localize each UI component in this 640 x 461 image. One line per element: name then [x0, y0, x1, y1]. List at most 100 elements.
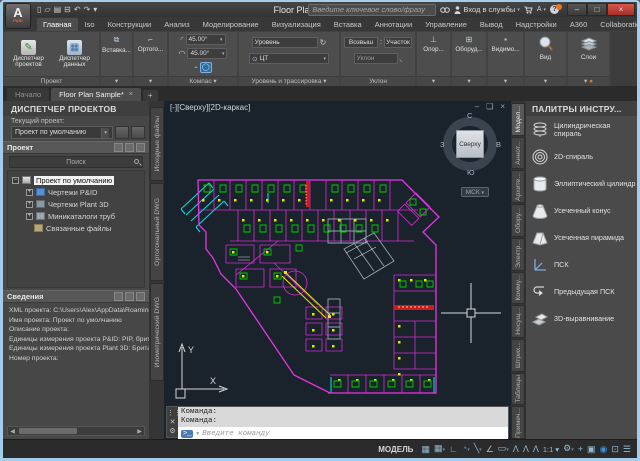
ribbon-tab-insert[interactable]: Вставка [328, 18, 368, 31]
search-binoculars-icon[interactable] [440, 6, 450, 14]
tool-cylindrical-helix[interactable]: Цилиндрическая спираль [526, 116, 637, 143]
grid-icon[interactable]: ▦ [421, 442, 430, 456]
isolate-icon[interactable]: ▣ [587, 442, 596, 456]
tree-root[interactable]: − Проект по умолчанию [12, 174, 144, 186]
compass-toggle-button[interactable]: ◯ [200, 62, 212, 73]
panel-icon-2[interactable] [125, 143, 134, 152]
tree-item-related-files[interactable]: Связанные файлы [34, 222, 144, 234]
plot-icon[interactable]: ⊟ [64, 5, 71, 14]
panel-caret-insert[interactable]: ▾ [101, 76, 132, 86]
view-button[interactable]: Вид [538, 34, 554, 61]
scroll-left-icon[interactable]: ◀ [8, 428, 17, 435]
details-icon-1[interactable] [114, 292, 123, 301]
scrollbar-thumb[interactable] [19, 428, 77, 434]
palette-tab-structural[interactable]: Несущ... [511, 305, 525, 338]
side-tab-iso-dwg[interactable]: Изометрический DWG [150, 283, 164, 381]
customize-icon[interactable]: ☰ [623, 442, 631, 456]
viewcube-top-face[interactable]: Сверху [456, 130, 484, 158]
doc-minimize-button[interactable]: – [475, 102, 479, 111]
annot-monitor-icon[interactable]: + [578, 442, 583, 456]
new-file-icon[interactable]: ▯ [37, 5, 41, 14]
scroll-right-icon[interactable]: ▶ [135, 428, 144, 435]
tool-previous-ucs[interactable]: Предыдущая ПСК [526, 278, 637, 305]
panel-label-compass[interactable]: Компас ▾ [169, 76, 237, 86]
ortho-button[interactable]: ⌐ Ортого... [138, 33, 164, 53]
refresh-icon[interactable] [136, 143, 145, 152]
ribbon-tab-addins[interactable]: Надстройки [510, 18, 563, 31]
tool-ucs[interactable]: ПСК [526, 251, 637, 278]
snap-icon[interactable]: ▦▾ [434, 441, 445, 457]
elevation-button[interactable]: Возвыш [344, 37, 378, 48]
polar-icon[interactable]: ◔▾ [462, 441, 470, 457]
ribbon-tab-visualization[interactable]: Визуализация [266, 18, 327, 31]
collapse-icon[interactable]: − [12, 177, 19, 184]
compass-south[interactable]: Ю [467, 168, 475, 177]
tree-item-plant3d[interactable]: + Чертежи Plant 3D [26, 198, 144, 210]
project-manager-button[interactable]: ✎ Диспетчер проектов [7, 40, 51, 69]
command-dropdown-icon[interactable]: ▾ [196, 431, 199, 437]
ribbon-tab-modeling[interactable]: Моделирование [197, 18, 265, 31]
horizontal-scrollbar[interactable]: ◀ ▶ [7, 426, 145, 436]
details-section-header[interactable]: Сведения [3, 290, 149, 303]
ribbon-tab-output[interactable]: Вывод [474, 18, 509, 31]
ribbon-tab-a360[interactable]: A360 [564, 18, 594, 31]
slope-pick-icon[interactable]: ◟ [400, 55, 403, 63]
compass-north[interactable]: С [467, 111, 472, 120]
palette-tab-hatches[interactable]: Штрих... [511, 339, 525, 372]
command-window[interactable]: ⋮⋮ ✕ ⚙ Команда: Команда: >_ ▾ Введите ко… [166, 406, 509, 438]
tool-pyramid-frustum[interactable]: Усеченная пирамида [526, 224, 637, 251]
new-tab-button[interactable]: + [143, 90, 158, 101]
project-tool-button-1[interactable] [115, 126, 129, 139]
command-history[interactable]: Команда: Команда: [178, 407, 508, 427]
palette-tab-communications[interactable]: Комму... [511, 272, 525, 305]
details-icon-2[interactable] [125, 292, 134, 301]
tool-2d-spiral[interactable]: 2D-спираль [526, 143, 637, 170]
panel-caret-equipment[interactable]: ▾ [452, 76, 486, 86]
palette-tab-modeling[interactable]: Модел... [511, 103, 525, 136]
doc-restore-button[interactable]: ❑ [486, 102, 493, 111]
tree-item-pid[interactable]: + Чертежи P&ID [26, 186, 144, 198]
panel-caret-view[interactable]: ▾ [525, 76, 566, 86]
model-space-button[interactable]: МОДЕЛЬ [374, 443, 417, 456]
compass-east[interactable]: В [496, 140, 501, 149]
app-store-cart-icon[interactable] [524, 6, 533, 14]
osnap-icon[interactable]: ▭▾ [498, 441, 509, 457]
command-window-grip[interactable]: ⋮⋮ ✕ ⚙ [167, 407, 178, 437]
signin-button[interactable]: Вход в службы ▾ [454, 5, 519, 14]
plot-area-button[interactable]: Участок [384, 37, 412, 48]
application-menu-button[interactable]: AP&ID [5, 3, 31, 29]
side-tab-source-files[interactable]: Исходные файлы [150, 107, 164, 181]
tool-3d-align[interactable]: 3D-выравнивание [526, 305, 637, 332]
equipment-button[interactable]: ⊞ Оборуд... [455, 33, 482, 53]
annot-scale-icon[interactable]: Ʌ [533, 442, 539, 456]
level-field[interactable]: Уровень [252, 37, 318, 48]
file-tab-active[interactable]: Floor Plan Sample* × [51, 88, 141, 101]
annot-vis-icon[interactable]: Ʌ [513, 442, 519, 456]
drawing-canvas[interactable]: [-][Сверху][2D-каркас] – ❑ × С В Ю З Све… [164, 101, 511, 439]
otrack-icon[interactable]: ∠ [486, 442, 494, 456]
isodraft-icon[interactable]: ╲▾ [474, 441, 482, 457]
layers-button[interactable]: Слои [581, 34, 597, 61]
expand-icon[interactable]: + [26, 189, 33, 196]
doc-close-button[interactable]: × [500, 102, 505, 111]
help-icon[interactable]: ? [550, 5, 559, 14]
command-wrench-icon[interactable]: ⚙ [167, 427, 178, 436]
panel-icon-1[interactable] [114, 143, 123, 152]
ribbon-tab-home[interactable]: Главная [37, 18, 78, 31]
panel-caret-visibility[interactable]: ▾ [488, 76, 523, 86]
minimize-button[interactable]: – [567, 3, 587, 16]
details-icon-3[interactable] [136, 292, 145, 301]
file-tab-start[interactable]: Начало [7, 88, 49, 101]
maximize-button[interactable]: □ [587, 3, 607, 16]
ribbon-tab-structures[interactable]: Конструкции [102, 18, 158, 31]
undo-icon[interactable]: ↶ [74, 5, 81, 14]
level-combo[interactable]: ⊙ЦТ▾ [249, 53, 329, 64]
wcs-button[interactable]: МСК ▾ [461, 187, 489, 197]
palette-tab-annotation[interactable]: Аннот... [511, 137, 525, 170]
tool-elliptical-cylinder[interactable]: Эллиптический цилиндр [526, 170, 637, 197]
current-project-select[interactable]: Проект по умолчанию▾ [11, 126, 113, 139]
expand-icon[interactable]: + [26, 201, 33, 208]
clean-screen-icon[interactable]: ⊡ [611, 442, 619, 456]
help-search-input[interactable] [308, 4, 436, 16]
palette-tab-tables[interactable]: Таблицы [511, 373, 525, 406]
